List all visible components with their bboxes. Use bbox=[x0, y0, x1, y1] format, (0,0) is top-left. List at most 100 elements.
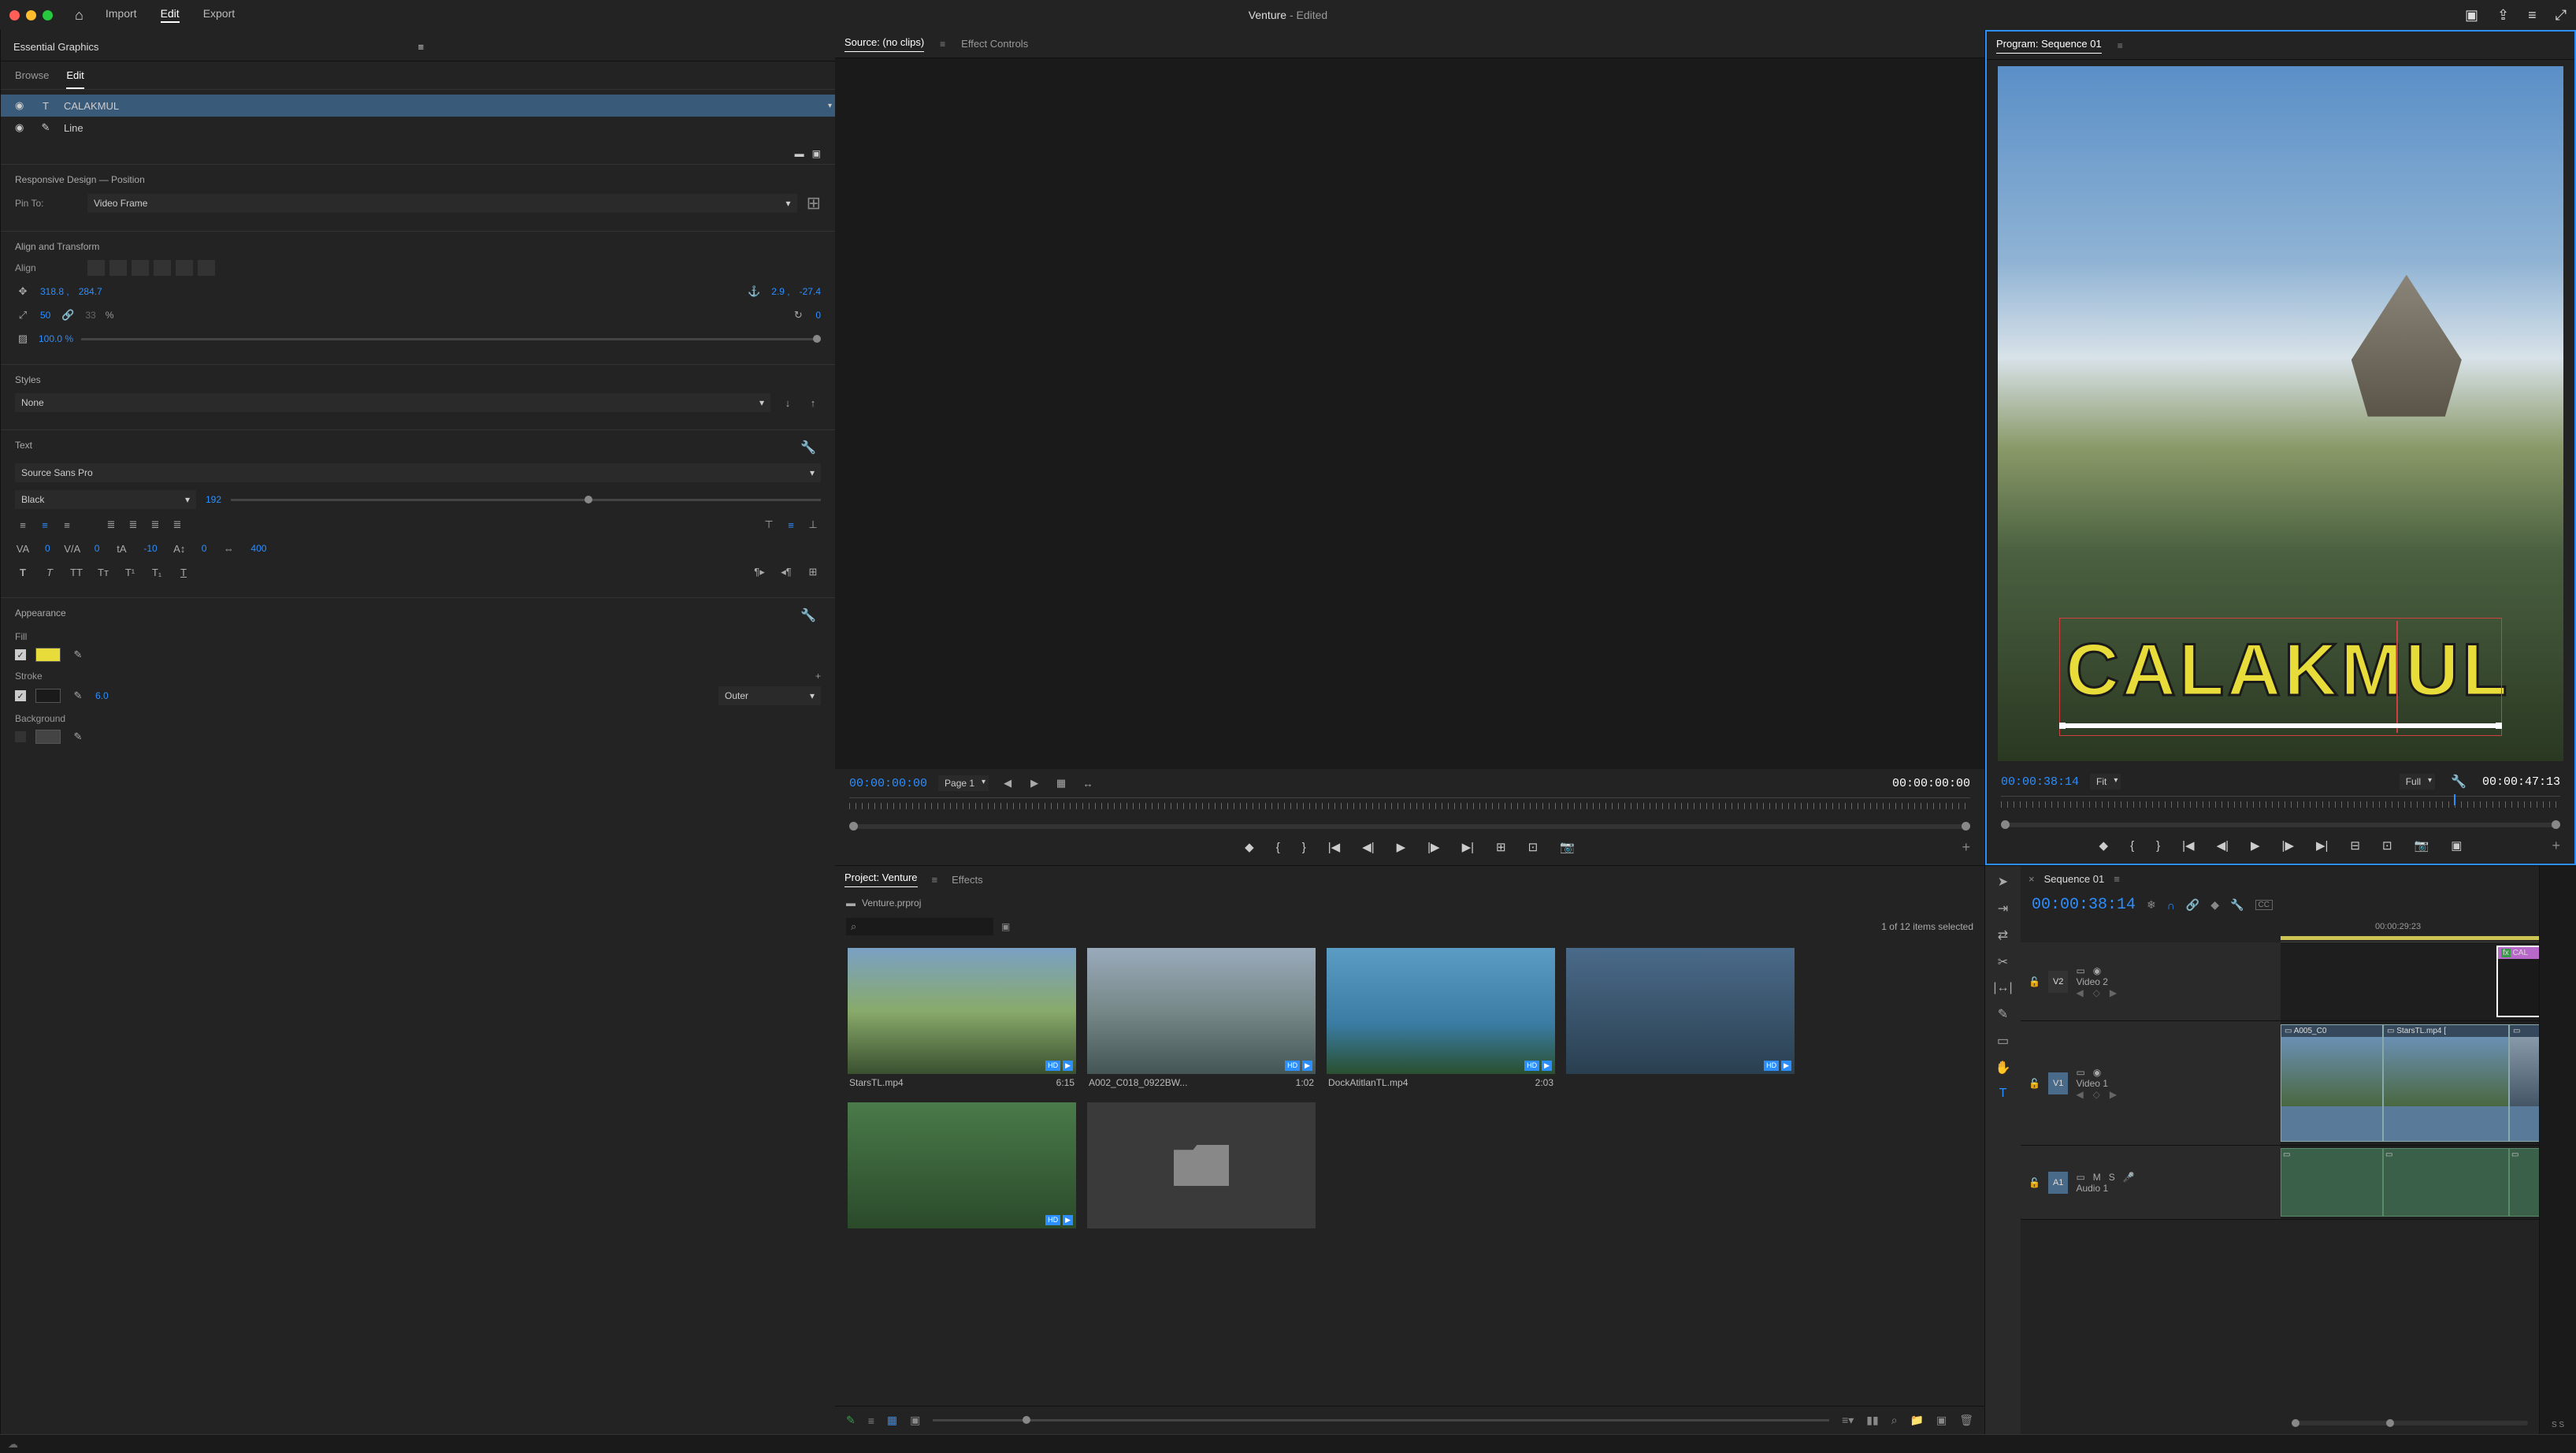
layer-row[interactable]: ◉ ✎ Line bbox=[1, 117, 835, 139]
vertical-icon[interactable]: ⊞ bbox=[805, 564, 821, 580]
track-tag[interactable]: A1 bbox=[2048, 1172, 2068, 1194]
stroke-checkbox[interactable]: ✓ bbox=[15, 690, 26, 701]
step-back-icon[interactable]: ◀| bbox=[2217, 838, 2229, 853]
stroke-position-select[interactable]: Outer bbox=[718, 686, 821, 705]
mark-in-bracket-icon[interactable]: { bbox=[1276, 841, 1280, 854]
tab-effects[interactable]: Effects bbox=[952, 874, 983, 886]
next-page-icon[interactable]: ▶ bbox=[1026, 775, 1042, 791]
tracking-field[interactable]: 0 bbox=[95, 543, 100, 554]
mark-in-icon[interactable]: ◆ bbox=[1245, 840, 1254, 854]
linked-selection-icon[interactable]: 🔗 bbox=[2186, 898, 2199, 912]
size-field[interactable]: 192 bbox=[206, 494, 221, 505]
timeline-clip[interactable]: ▭ A005_C0 bbox=[2281, 1024, 2383, 1142]
eyedropper-icon[interactable]: ✎ bbox=[70, 647, 86, 663]
minimize-button[interactable] bbox=[26, 10, 36, 20]
new-bin-icon[interactable]: ▣ bbox=[1001, 921, 1010, 932]
clip-item[interactable]: HD▶ bbox=[1566, 948, 1795, 1091]
safe-margins-icon[interactable]: ▦ bbox=[1053, 775, 1069, 791]
tab-program[interactable]: Program: Sequence 01 bbox=[1996, 38, 2102, 54]
slip-tool-icon[interactable]: |↔| bbox=[1993, 981, 2012, 995]
align-hcenter-icon[interactable] bbox=[109, 260, 127, 276]
step-fwd-icon[interactable]: |▶ bbox=[2282, 838, 2294, 853]
track-tag[interactable]: V2 bbox=[2048, 971, 2068, 993]
add-kf-icon[interactable]: ◇ bbox=[2093, 1089, 2100, 1100]
justify-all-icon[interactable]: ≣ bbox=[169, 517, 185, 533]
next-kf-icon[interactable]: ▶ bbox=[2110, 1089, 2117, 1100]
valign-mid-icon[interactable]: ≡ bbox=[783, 517, 799, 533]
zoom-select[interactable]: Fit bbox=[2090, 774, 2121, 790]
opacity-slider[interactable] bbox=[81, 338, 821, 340]
link-icon[interactable]: 🔗 bbox=[60, 307, 76, 323]
settings-icon[interactable]: 🔧 bbox=[2451, 774, 2467, 790]
add-stroke-icon[interactable]: + bbox=[815, 671, 821, 682]
appearance-settings-icon[interactable]: 🔧 bbox=[800, 608, 816, 623]
list-view-icon[interactable]: ≡ bbox=[868, 1414, 874, 1427]
magnet-icon[interactable]: ∩ bbox=[2167, 899, 2175, 912]
add-kf-icon[interactable]: ◇ bbox=[2093, 987, 2100, 998]
overwrite-icon[interactable]: ⊡ bbox=[1528, 840, 1539, 854]
timeline-timecode[interactable]: 00:00:38:14 bbox=[2032, 896, 2136, 914]
tab-project[interactable]: Project: Venture bbox=[844, 871, 918, 887]
title-overlay[interactable]: CALAKMUL bbox=[2066, 627, 2496, 712]
justify-right-icon[interactable]: ≣ bbox=[147, 517, 163, 533]
panel-menu-icon[interactable]: ≡ bbox=[2118, 40, 2123, 51]
align-left-icon[interactable]: ≡ bbox=[15, 517, 31, 533]
fill-swatch[interactable] bbox=[35, 648, 61, 662]
maximize-button[interactable] bbox=[43, 10, 53, 20]
export-frame-icon[interactable]: 📷 bbox=[1560, 840, 1575, 854]
next-kf-icon[interactable]: ▶ bbox=[2110, 987, 2117, 998]
layer-row[interactable]: ◉ T CALAKMUL bbox=[1, 95, 835, 117]
align-vcenter-icon[interactable] bbox=[176, 260, 193, 276]
source-ruler[interactable] bbox=[849, 797, 1970, 821]
clip-item[interactable]: HD▶DockAtitlanTL.mp42:03 bbox=[1327, 948, 1555, 1091]
justify-center-icon[interactable]: ≣ bbox=[125, 517, 141, 533]
eye-icon[interactable]: ◉ bbox=[2093, 1067, 2101, 1078]
kerning-field[interactable]: 0 bbox=[45, 543, 50, 554]
voiceover-icon[interactable]: 🎤 bbox=[2123, 1172, 2135, 1183]
share-icon[interactable]: ⇪ bbox=[2497, 7, 2509, 24]
align-left-icon[interactable] bbox=[87, 260, 105, 276]
eyedropper-icon[interactable]: ✎ bbox=[70, 729, 86, 745]
stroke-swatch[interactable] bbox=[35, 689, 61, 703]
new-item-icon[interactable]: ▣ bbox=[1936, 1414, 1947, 1427]
subscript-icon[interactable]: T₁ bbox=[149, 564, 165, 580]
goto-in-icon[interactable]: |◀ bbox=[1328, 840, 1340, 854]
opacity-field[interactable]: 100.0 % bbox=[39, 333, 73, 344]
track-select-tool-icon[interactable]: ⇥ bbox=[1998, 901, 2008, 916]
timeline-zoom[interactable] bbox=[2292, 1421, 2528, 1425]
new-group-icon[interactable]: ▬ bbox=[795, 148, 804, 159]
rectangle-tool-icon[interactable]: ▭ bbox=[1997, 1033, 2009, 1049]
audio-clip[interactable]: ▭ bbox=[2281, 1148, 2383, 1217]
program-ruler[interactable] bbox=[2001, 796, 2560, 819]
style-select[interactable]: None bbox=[15, 393, 770, 412]
compare-icon[interactable]: ▣ bbox=[2451, 838, 2462, 853]
tsume-field[interactable]: 400 bbox=[251, 543, 266, 554]
italic-icon[interactable]: T bbox=[42, 564, 58, 580]
lift-icon[interactable]: ⊟ bbox=[2350, 838, 2360, 853]
program-monitor[interactable]: CALAKMUL bbox=[1998, 66, 2563, 761]
track-tag[interactable]: V1 bbox=[2048, 1072, 2068, 1094]
pull-style-icon[interactable]: ↑ bbox=[805, 395, 821, 411]
prev-page-icon[interactable]: ◀ bbox=[1000, 775, 1015, 791]
out-bracket-icon[interactable]: } bbox=[2156, 839, 2160, 853]
clip-item[interactable]: HD▶StarsTL.mp46:15 bbox=[848, 948, 1076, 1091]
step-back-icon[interactable]: ◀| bbox=[1362, 840, 1374, 854]
bold-icon[interactable]: T bbox=[15, 564, 31, 580]
tab-import[interactable]: Import bbox=[106, 7, 137, 23]
scale-field[interactable]: 50 bbox=[40, 310, 50, 321]
pos-x-field[interactable]: 318.8 , bbox=[40, 286, 69, 297]
prev-kf-icon[interactable]: ◀ bbox=[2076, 1089, 2083, 1100]
goto-in-icon[interactable]: |◀ bbox=[2182, 838, 2194, 853]
stroke-width-field[interactable]: 6.0 bbox=[95, 690, 109, 701]
close-tab-icon[interactable]: × bbox=[2029, 873, 2035, 885]
ripple-tool-icon[interactable]: ⇄ bbox=[1998, 927, 2008, 943]
eyedropper-icon[interactable]: ✎ bbox=[70, 688, 86, 704]
search-input[interactable] bbox=[846, 918, 993, 935]
hand-tool-icon[interactable]: ✋ bbox=[1995, 1060, 2011, 1076]
quick-export-icon[interactable]: ▣ bbox=[2465, 7, 2478, 24]
timeline-clip[interactable]: ▭ StarsTL.mp4 [ bbox=[2383, 1024, 2509, 1142]
allcaps-icon[interactable]: TT bbox=[69, 564, 84, 580]
align-bottom-icon[interactable] bbox=[198, 260, 215, 276]
caption-icon[interactable]: CC bbox=[2255, 900, 2273, 910]
anchor-x-field[interactable]: 2.9 , bbox=[771, 286, 789, 297]
